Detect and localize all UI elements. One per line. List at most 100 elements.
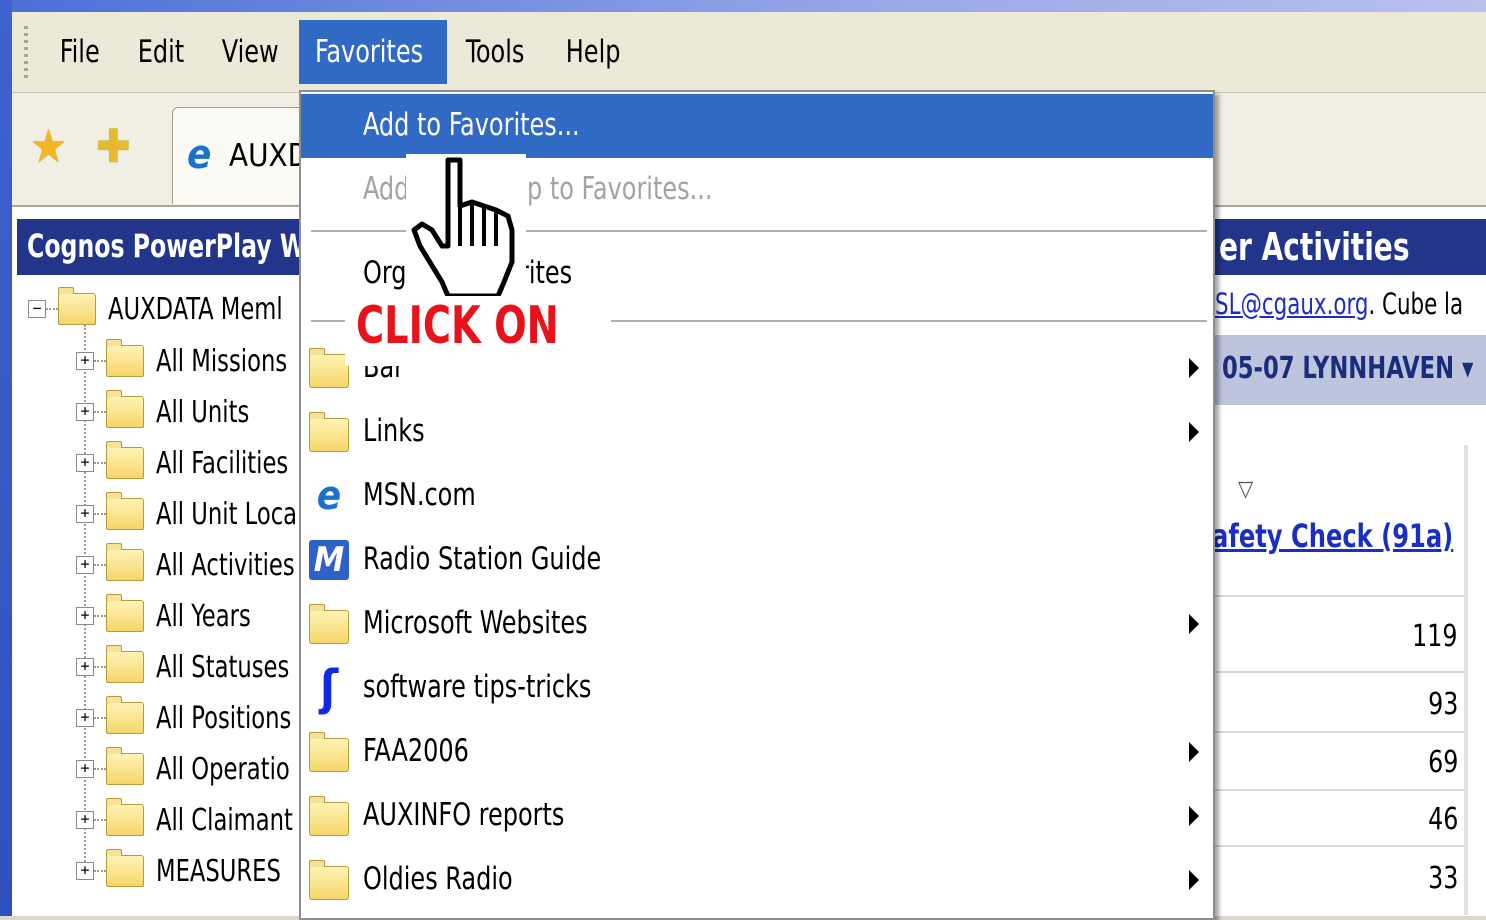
- folder-open-icon: [58, 287, 96, 325]
- expand-icon[interactable]: +: [76, 760, 94, 778]
- table-cell: 119: [1412, 619, 1458, 654]
- ie-icon: e: [187, 132, 212, 178]
- add-to-favorites-star-icon[interactable]: ✚: [96, 123, 131, 169]
- folder-icon: [106, 798, 144, 836]
- favorites-item-label: Links: [363, 413, 425, 449]
- favorites-item-auxinfo-reports[interactable]: AUXINFO reports: [301, 784, 1213, 848]
- add-to-favorites-item[interactable]: Add to Favorites...: [301, 94, 1213, 158]
- tree-item[interactable]: + All Facilities: [76, 441, 313, 485]
- tree-item[interactable]: + All Years: [76, 594, 269, 638]
- tree-root[interactable]: − AUXDATA Meml: [28, 287, 316, 331]
- favorites-item-label: MSN.com: [363, 477, 476, 513]
- menu-bar: File Edit View Favorites Tools Help: [12, 12, 1486, 93]
- tree-item[interactable]: + MEASURES: [76, 849, 305, 893]
- menu-favorites[interactable]: Favorites: [299, 20, 447, 84]
- expand-icon[interactable]: +: [76, 352, 94, 370]
- folder-icon: [309, 412, 349, 452]
- table-cell: 93: [1427, 687, 1458, 722]
- tree-item[interactable]: + All Statuses: [76, 645, 315, 689]
- cube-info-text: . Cube la: [1368, 287, 1464, 321]
- organize-favorites-label-tail: rites: [519, 255, 573, 291]
- folder-icon: [106, 849, 144, 887]
- tree-item-label: All Years: [156, 598, 251, 634]
- expand-icon[interactable]: +: [76, 403, 94, 421]
- folder-icon: [106, 441, 144, 479]
- favorites-item-software-tips[interactable]: ʃ software tips-tricks: [301, 656, 1213, 720]
- submenu-arrow-icon: [1189, 422, 1199, 442]
- folder-icon: [309, 732, 349, 772]
- ie-page-icon: e: [316, 473, 342, 519]
- tree-item-label: All Positions: [156, 700, 292, 736]
- click-on-callout: CLICK ON: [356, 296, 559, 356]
- menu-view[interactable]: View: [208, 20, 292, 84]
- tree-item-label: All Statuses: [156, 649, 290, 685]
- favorites-item-msn[interactable]: e MSN.com: [301, 464, 1213, 528]
- table-cell: 69: [1427, 745, 1458, 780]
- dimension-selector[interactable]: 05-07 LYNNHAVEN ▾: [1222, 351, 1473, 386]
- folder-icon: [106, 594, 144, 632]
- favorites-item-links[interactable]: Links: [301, 400, 1213, 464]
- collapse-icon[interactable]: −: [28, 300, 46, 318]
- expand-icon[interactable]: +: [76, 709, 94, 727]
- grid-divider: [1212, 731, 1464, 733]
- folder-icon: [309, 860, 349, 900]
- favorites-item-faa2006[interactable]: FAA2006: [301, 720, 1213, 784]
- expand-icon[interactable]: +: [76, 658, 94, 676]
- folder-icon: [309, 796, 349, 836]
- favorites-item-label: AUXINFO reports: [363, 797, 565, 833]
- s-logo-icon: ʃ: [320, 660, 338, 716]
- tree-item-label: All Unit Loca: [156, 496, 298, 532]
- tree-item[interactable]: + All Missions: [76, 339, 312, 383]
- cognos-title: Cognos PowerPlay W: [27, 227, 306, 265]
- submenu-arrow-icon: [1189, 806, 1199, 826]
- menu-tools[interactable]: Tools: [452, 20, 538, 84]
- favorites-star-icon[interactable]: ★: [30, 123, 67, 169]
- favorites-item-microsoft-websites[interactable]: Microsoft Websites: [301, 592, 1213, 656]
- tree-item[interactable]: + All Claimant: [76, 798, 319, 842]
- email-link[interactable]: SL@cgaux.org: [1215, 287, 1368, 321]
- favorites-item-label: Oldies Radio: [363, 861, 513, 897]
- folder-icon: [106, 645, 144, 683]
- column-header-link[interactable]: afety Check (91a): [1212, 517, 1453, 555]
- tree-item-label: MEASURES: [156, 853, 281, 889]
- menu-edit[interactable]: Edit: [124, 20, 198, 84]
- expand-icon[interactable]: +: [76, 454, 94, 472]
- tree-item[interactable]: + All Positions: [76, 696, 317, 740]
- menu-help[interactable]: Help: [552, 20, 634, 84]
- expand-icon[interactable]: +: [76, 505, 94, 523]
- slide-frame-top: [0, 0, 1486, 12]
- submenu-arrow-icon: [1189, 614, 1199, 634]
- tree-item[interactable]: + All Unit Loca: [76, 492, 324, 536]
- toolbar-grip[interactable]: [24, 26, 28, 78]
- msn-m-icon: M: [309, 540, 349, 580]
- favorites-item-radio-station-guide[interactable]: M Radio Station Guide: [301, 528, 1213, 592]
- table-cell: 46: [1427, 802, 1458, 837]
- dimension-bar: 05-07 LYNNHAVEN ▾: [1212, 335, 1486, 405]
- folder-icon: [309, 348, 349, 388]
- submenu-arrow-icon: [1189, 742, 1199, 762]
- sort-arrow-icon[interactable]: ▽: [1238, 477, 1253, 502]
- tree-item-label: All Missions: [156, 343, 288, 379]
- tree-item[interactable]: + All Operatio: [76, 747, 315, 791]
- favorites-item-label: FAA2006: [363, 733, 469, 769]
- folder-icon: [106, 696, 144, 734]
- tree-item[interactable]: + All Activities: [76, 543, 321, 587]
- contact-line: SL@cgaux.org. Cube la: [1215, 287, 1463, 321]
- folder-icon: [106, 390, 144, 428]
- tree-item-label: All Units: [156, 394, 250, 430]
- folder-icon: [106, 747, 144, 785]
- organize-favorites-label: Org: [363, 255, 407, 291]
- expand-icon[interactable]: +: [76, 556, 94, 574]
- expand-icon[interactable]: +: [76, 862, 94, 880]
- expand-icon[interactable]: +: [76, 811, 94, 829]
- expand-icon[interactable]: +: [76, 607, 94, 625]
- dimension-tree: − AUXDATA Meml + All Missions + All Units …: [26, 279, 326, 915]
- tree-item[interactable]: + All Units: [76, 390, 267, 434]
- favorites-item-oldies-radio[interactable]: Oldies Radio: [301, 848, 1213, 912]
- grid-divider: [1212, 595, 1464, 597]
- tree-root-label: AUXDATA Meml: [108, 291, 283, 327]
- favorites-item-label: Radio Station Guide: [363, 541, 602, 577]
- slide-frame-left: [0, 0, 12, 916]
- tree-item-label: All Facilities: [156, 445, 289, 481]
- menu-file[interactable]: File: [46, 20, 113, 84]
